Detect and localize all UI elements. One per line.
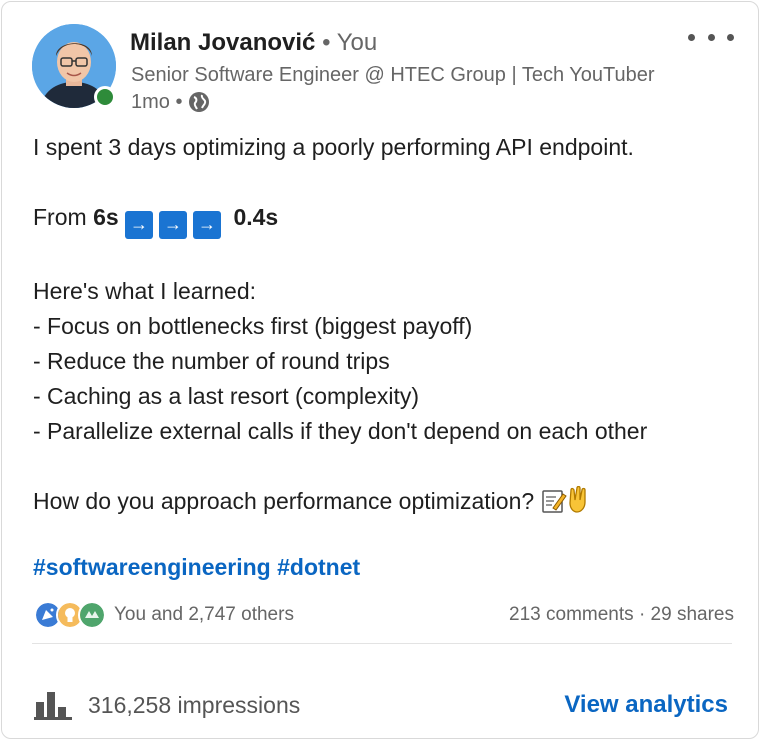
hashtag-link[interactable]: #dotnet — [277, 554, 360, 580]
memo-icon — [541, 488, 567, 524]
to-value: 0.4s — [233, 204, 279, 230]
reactions-summary[interactable]: You and 2,747 others — [34, 601, 294, 629]
right-arrow-icon: → — [125, 211, 154, 239]
more-dot — [727, 33, 734, 41]
impressions: 316,258 impressions — [34, 687, 300, 723]
hashtags: #softwareengineering #dotnet — [33, 550, 360, 585]
from-word: From — [33, 204, 87, 230]
post-meta: 1mo • — [131, 89, 210, 115]
comments-shares: 213 comments · 29 shares — [509, 604, 734, 626]
reaction-icons — [34, 601, 106, 629]
more-dot — [688, 33, 695, 41]
body-line: I spent 3 days optimizing a poorly perfo… — [33, 134, 634, 160]
pointing-down-icon — [567, 485, 591, 524]
bullet-point: - Reduce the number of round trips — [33, 348, 390, 374]
hashtag-link[interactable]: #softwareengineering — [33, 554, 271, 580]
author-line: Milan Jovanović • You — [130, 28, 377, 58]
online-status-icon — [94, 86, 116, 108]
reactions-text: You and 2,747 others — [114, 604, 294, 625]
shares-count[interactable]: 29 shares — [651, 604, 734, 625]
post-card: Milan Jovanović • You Senior Software En… — [1, 1, 759, 739]
view-analytics-link[interactable]: View analytics — [564, 687, 728, 723]
more-dot — [707, 33, 715, 41]
right-arrow-icon: → — [159, 211, 188, 239]
divider — [32, 643, 732, 644]
separator-dot: · — [638, 604, 646, 625]
question-text: How do you approach performance optimiza… — [33, 488, 535, 514]
support-icon — [78, 601, 106, 629]
impressions-count: 316,258 impressions — [88, 691, 301, 718]
author-relation: • You — [322, 29, 378, 56]
more-options-icon[interactable] — [688, 24, 734, 50]
learned-intro: Here's what I learned: — [33, 278, 257, 304]
globe-icon — [188, 91, 210, 113]
post-time: 1mo • — [131, 91, 183, 113]
author-name[interactable]: Milan Jovanović — [130, 29, 315, 56]
bullet-point: - Caching as a last resort (complexity) — [33, 383, 420, 409]
comments-count[interactable]: 213 comments — [509, 604, 634, 625]
bar-chart-icon — [34, 692, 72, 720]
author-headline: Senior Software Engineer @ HTEC Group | … — [131, 64, 655, 86]
social-counts: You and 2,747 others 213 comments · 29 s… — [34, 600, 734, 630]
right-arrow-icon: → — [193, 211, 222, 239]
bullet-point: - Parallelize external calls if they don… — [33, 418, 648, 444]
from-to-line: From 6s → → → 0.4s — [33, 200, 743, 239]
post-body: I spent 3 days optimizing a poorly perfo… — [33, 130, 743, 524]
question-line: How do you approach performance optimiza… — [33, 484, 743, 524]
from-value: 6s — [93, 204, 119, 230]
bullet-point: - Focus on bottlenecks first (biggest pa… — [33, 313, 473, 339]
